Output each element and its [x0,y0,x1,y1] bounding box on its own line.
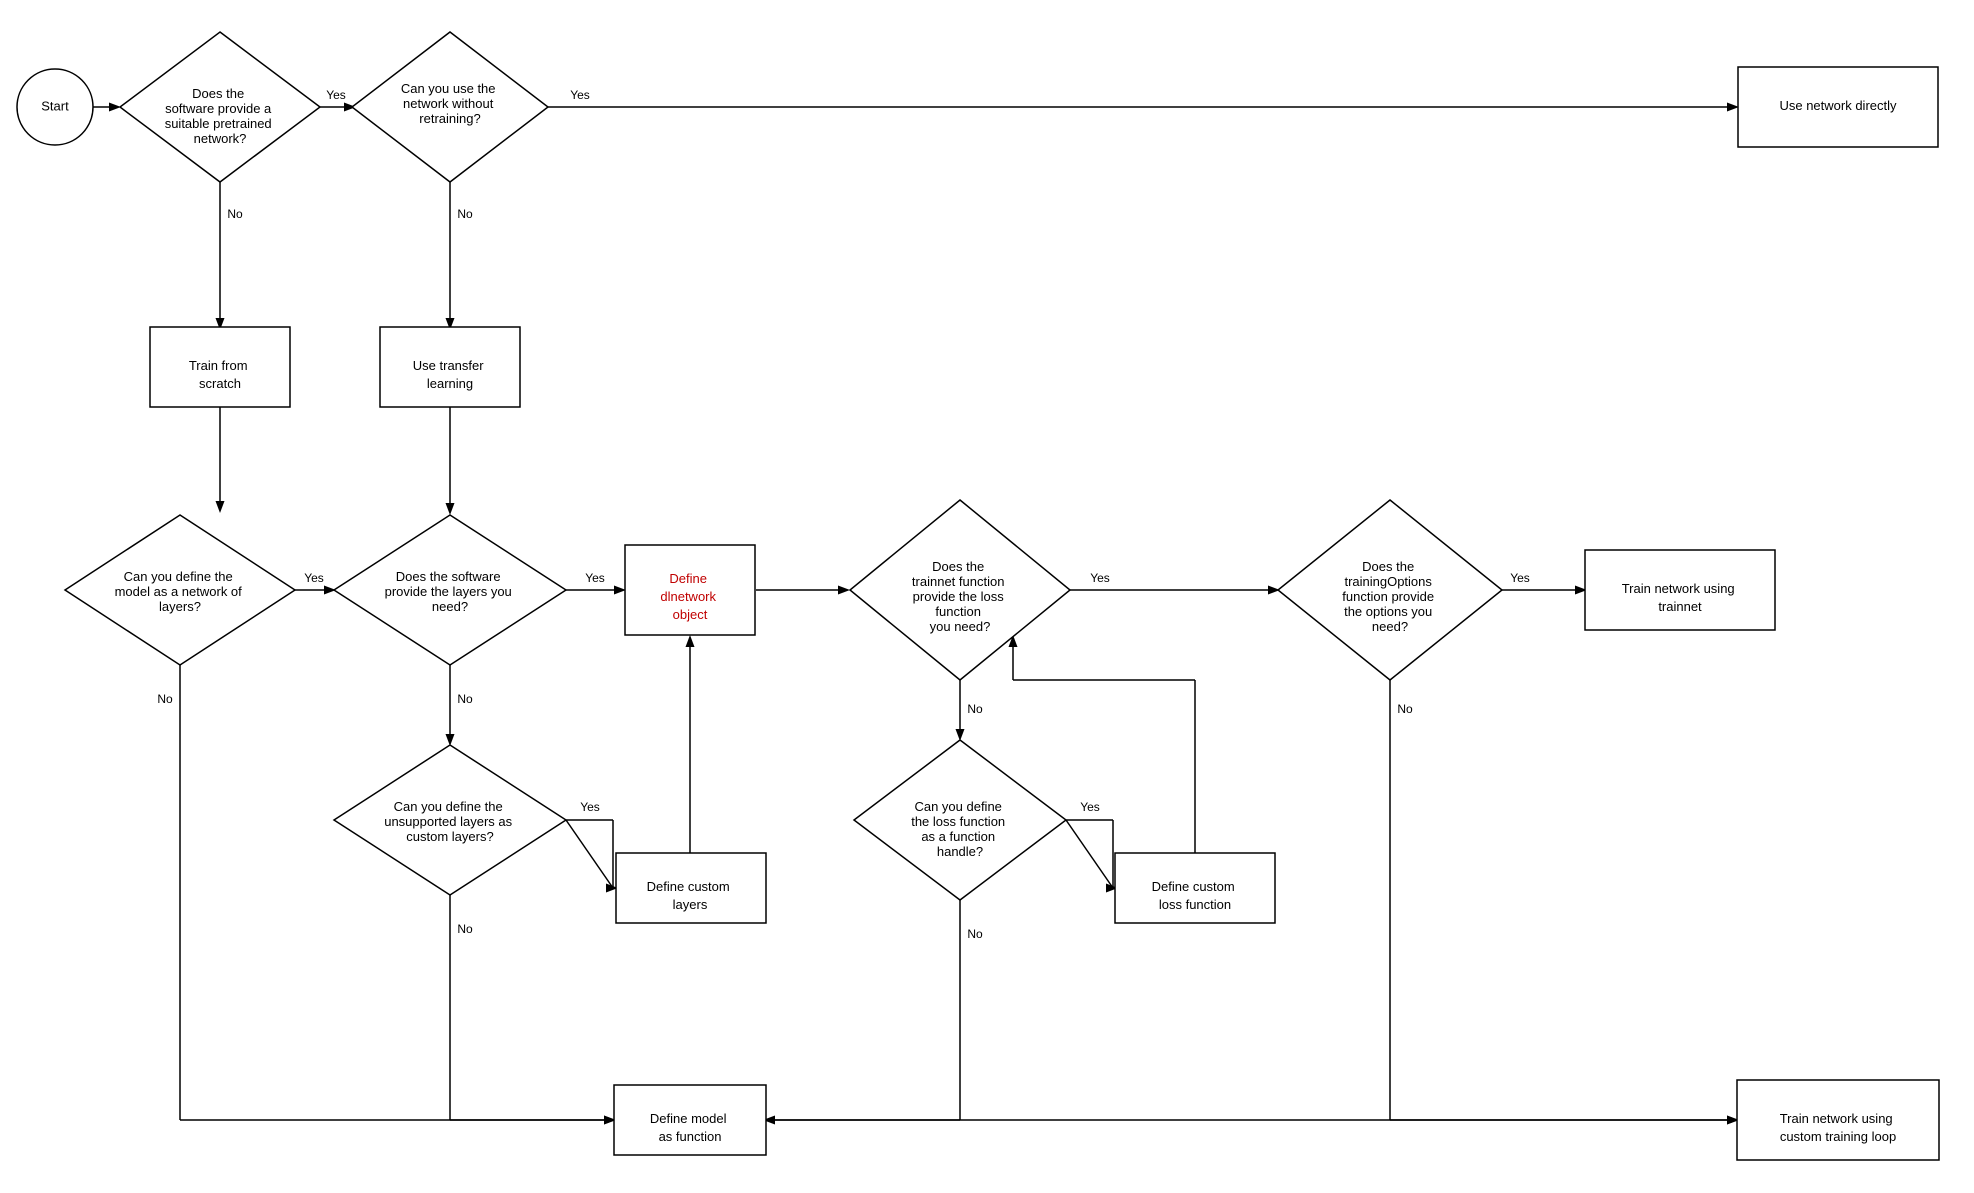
label-d2-yes: Yes [570,88,590,102]
start-label: Start [41,98,69,113]
label-d8-yes: Yes [1080,800,1100,814]
label-d1-yes: Yes [326,88,346,102]
label-d7-yes: Yes [580,800,600,814]
flowchart-svg: Yes Yes No No Yes Yes Yes Yes No Yes No … [0,0,1974,1193]
label-d4-no: No [457,692,473,706]
label-d6-no: No [1397,702,1413,716]
use-network-label: Use network directly [1779,98,1897,113]
label-d3-no: No [157,692,173,706]
label-d3-yes: Yes [304,571,324,585]
label-d5-yes: Yes [1090,571,1110,585]
label-d2-no: No [457,207,473,221]
label-d8-no: No [967,927,983,941]
label-d7-no: No [457,922,473,936]
label-d6-yes: Yes [1510,571,1530,585]
label-d1-no: No [227,207,243,221]
label-d4-yes: Yes [585,571,605,585]
label-d5-no: No [967,702,983,716]
